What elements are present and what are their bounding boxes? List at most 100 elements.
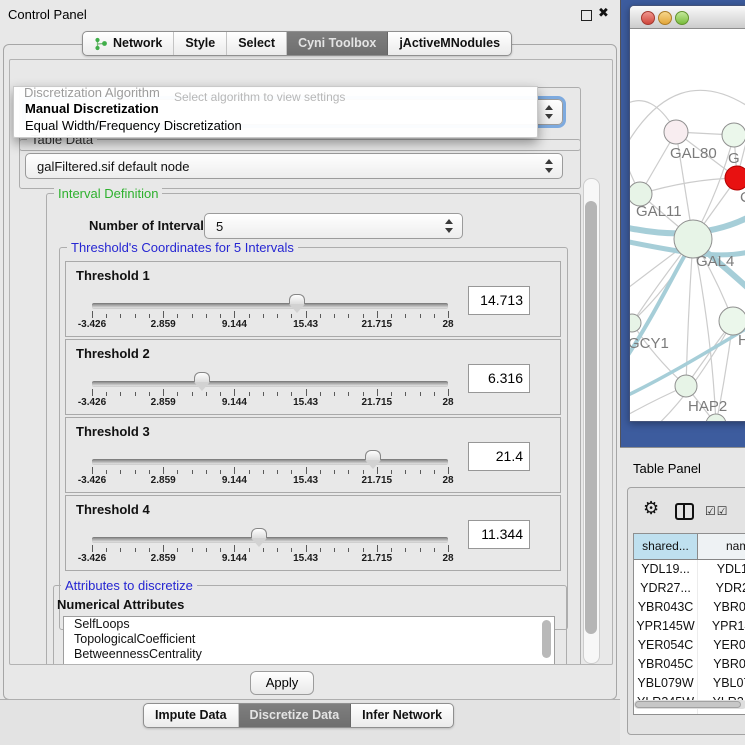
tab-impute-data-label: Impute Data xyxy=(155,707,227,724)
network-node xyxy=(664,120,688,144)
table-row[interactable]: YBR045CYBR045C xyxy=(634,655,745,674)
list-item-topologicalcoefficient[interactable]: TopologicalCoefficient xyxy=(64,632,554,647)
cyni-toolbox-content: Discretization Algorithm Select algorith… xyxy=(9,59,613,665)
network-node-label: H xyxy=(738,332,745,349)
table-row[interactable]: YBR043CYBR043C xyxy=(634,598,745,617)
popup-option-equal-width-frequency[interactable]: Equal Width/Frequency Discretization xyxy=(25,118,242,133)
network-canvas[interactable]: GAL80GGAL11CGAL4GCY1HHAP2 xyxy=(630,29,745,421)
column-header-name[interactable]: name xyxy=(698,534,745,559)
table-hscrollbar-thumb[interactable] xyxy=(635,701,741,708)
numerical-attributes-list: SelfLoops TopologicalCoefficient Between… xyxy=(63,616,555,665)
cell: YPR145W xyxy=(698,617,745,636)
list-item-betweennesscentrality[interactable]: BetweennessCentrality xyxy=(64,647,554,662)
panel-title: Control Panel xyxy=(8,7,87,22)
table-row[interactable]: YDL19...YDL19... xyxy=(634,560,745,579)
zoom-traffic-light-icon[interactable] xyxy=(675,11,689,25)
cell: YDR27... xyxy=(634,579,698,598)
checkbox-options-icon[interactable]: ☑☑ xyxy=(705,504,729,518)
cell: YDL19... xyxy=(698,560,745,579)
minimize-traffic-light-icon[interactable] xyxy=(658,11,672,25)
threshold-4-ticks xyxy=(92,545,448,553)
network-node xyxy=(719,307,745,335)
attributes-group-title: Attributes to discretize xyxy=(61,578,197,593)
tab-select[interactable]: Select xyxy=(227,32,287,55)
table-panel-title: Table Panel xyxy=(633,461,701,476)
network-icon xyxy=(94,37,108,51)
numerical-attributes-label: Numerical Attributes xyxy=(57,597,184,612)
table-row[interactable]: YPR145WYPR145W xyxy=(634,617,745,636)
tab-network[interactable]: Network xyxy=(83,32,174,55)
network-window-titlebar[interactable] xyxy=(630,6,745,29)
float-window-icon[interactable] xyxy=(581,10,592,21)
table-hscrollbar-track[interactable] xyxy=(634,700,745,709)
ghost-group-title: Discretization Algorithm xyxy=(24,85,160,100)
threshold-3-tick-labels: -3.4262.8599.14415.4321.71528 xyxy=(92,475,448,487)
threshold-4-value-field[interactable]: 11.344 xyxy=(468,520,530,549)
close-traffic-light-icon[interactable] xyxy=(641,11,655,25)
network-graph: GAL80GGAL11CGAL4GCY1HHAP2 xyxy=(630,29,745,421)
table-header-row: shared... name xyxy=(634,534,745,560)
threshold-3-label: Threshold 3 xyxy=(76,424,150,439)
apply-button[interactable]: Apply xyxy=(250,671,314,695)
table-row[interactable]: YIL052CYIL052C xyxy=(634,712,745,715)
network-node-label: GCY1 xyxy=(630,335,669,352)
number-of-intervals-value: 5 xyxy=(216,219,223,234)
thresholds-group-title: Threshold's Coordinates for 5 Intervals xyxy=(67,240,298,255)
threshold-2-tick-labels: -3.4262.8599.14415.4321.71528 xyxy=(92,397,448,409)
cell: YBL079W xyxy=(634,674,698,693)
split-columns-icon[interactable] xyxy=(675,503,694,520)
cell: YBR045C xyxy=(634,655,698,674)
threshold-4-block: Threshold 4 -3.4262.8599.14415.4321.7152… xyxy=(65,495,561,571)
table-row[interactable]: YDR27...YDR27... xyxy=(634,579,745,598)
cell: YDL19... xyxy=(634,560,698,579)
threshold-1-tick-labels: -3.4262.8599.14415.4321.71528 xyxy=(92,319,448,331)
network-node-label: G xyxy=(728,150,740,167)
gear-icon[interactable]: ⚙ xyxy=(643,498,659,519)
threshold-1-value-field[interactable]: 14.713 xyxy=(468,286,530,315)
table-row[interactable]: YBL079WYBL079W xyxy=(634,674,745,693)
combo-arrows-icon xyxy=(445,219,454,233)
bottom-tab-bar: Impute Data Discretize Data Infer Networ… xyxy=(143,703,454,728)
tab-impute-data[interactable]: Impute Data xyxy=(144,704,239,727)
tab-style-label: Style xyxy=(185,35,215,52)
table-row[interactable]: YER054CYER054C xyxy=(634,636,745,655)
tab-discretize-data[interactable]: Discretize Data xyxy=(239,704,352,727)
number-of-intervals-combobox[interactable]: 5 xyxy=(204,213,463,239)
combo-arrows-icon xyxy=(545,105,554,119)
threshold-3-block: Threshold 3 -3.4262.8599.14415.4321.7152… xyxy=(65,417,561,493)
cell: YIL052C xyxy=(634,712,698,715)
top-tab-bar: Network Style Select Cyni Toolbox jActiv… xyxy=(82,31,512,56)
threshold-2-value-field[interactable]: 6.316 xyxy=(468,364,530,393)
threshold-3-ticks xyxy=(92,467,448,475)
list-item-selfloops[interactable]: SelfLoops xyxy=(64,617,554,632)
threshold-2-label: Threshold 2 xyxy=(76,346,150,361)
tab-cyni-toolbox[interactable]: Cyni Toolbox xyxy=(287,32,388,55)
cell: YBR043C xyxy=(634,598,698,617)
content-scrollbar-thumb[interactable] xyxy=(585,201,597,634)
close-icon[interactable]: ✖ xyxy=(598,5,609,21)
interval-definition-group-title: Interval Definition xyxy=(54,186,162,201)
attributes-list-scrollbar[interactable] xyxy=(542,620,551,658)
network-node-label: GAL4 xyxy=(696,253,734,270)
cell: YBL079W xyxy=(698,674,745,693)
popup-header: Select algorithm to view settings xyxy=(174,90,345,104)
table-panel-body: ⚙ ☑☑ shared... name YDL19...YDL19... YDR… xyxy=(627,487,745,735)
table-data-combobox[interactable]: galFiltered.sif default node xyxy=(25,153,563,179)
tab-infer-network[interactable]: Infer Network xyxy=(351,704,453,727)
tab-infer-network-label: Infer Network xyxy=(362,707,442,724)
tab-select-label: Select xyxy=(238,35,275,52)
tab-style[interactable]: Style xyxy=(174,32,227,55)
tab-jactivemnodules[interactable]: jActiveMNodules xyxy=(388,32,511,55)
column-header-shared[interactable]: shared... xyxy=(634,534,698,559)
network-node xyxy=(675,375,697,397)
cell: YER054C xyxy=(634,636,698,655)
table-data-value: galFiltered.sif default node xyxy=(37,159,189,174)
threshold-3-value-field[interactable]: 21.4 xyxy=(468,442,530,471)
cell: YPR145W xyxy=(634,617,698,636)
popup-option-manual-discretization[interactable]: Manual Discretization xyxy=(25,101,159,116)
tab-cyni-toolbox-label: Cyni Toolbox xyxy=(298,35,376,52)
network-node-label: GAL11 xyxy=(636,203,682,220)
network-node-label: C xyxy=(740,189,745,206)
tab-discretize-data-label: Discretize Data xyxy=(250,707,340,724)
threshold-4-tick-labels: -3.4262.8599.14415.4321.71528 xyxy=(92,553,448,565)
